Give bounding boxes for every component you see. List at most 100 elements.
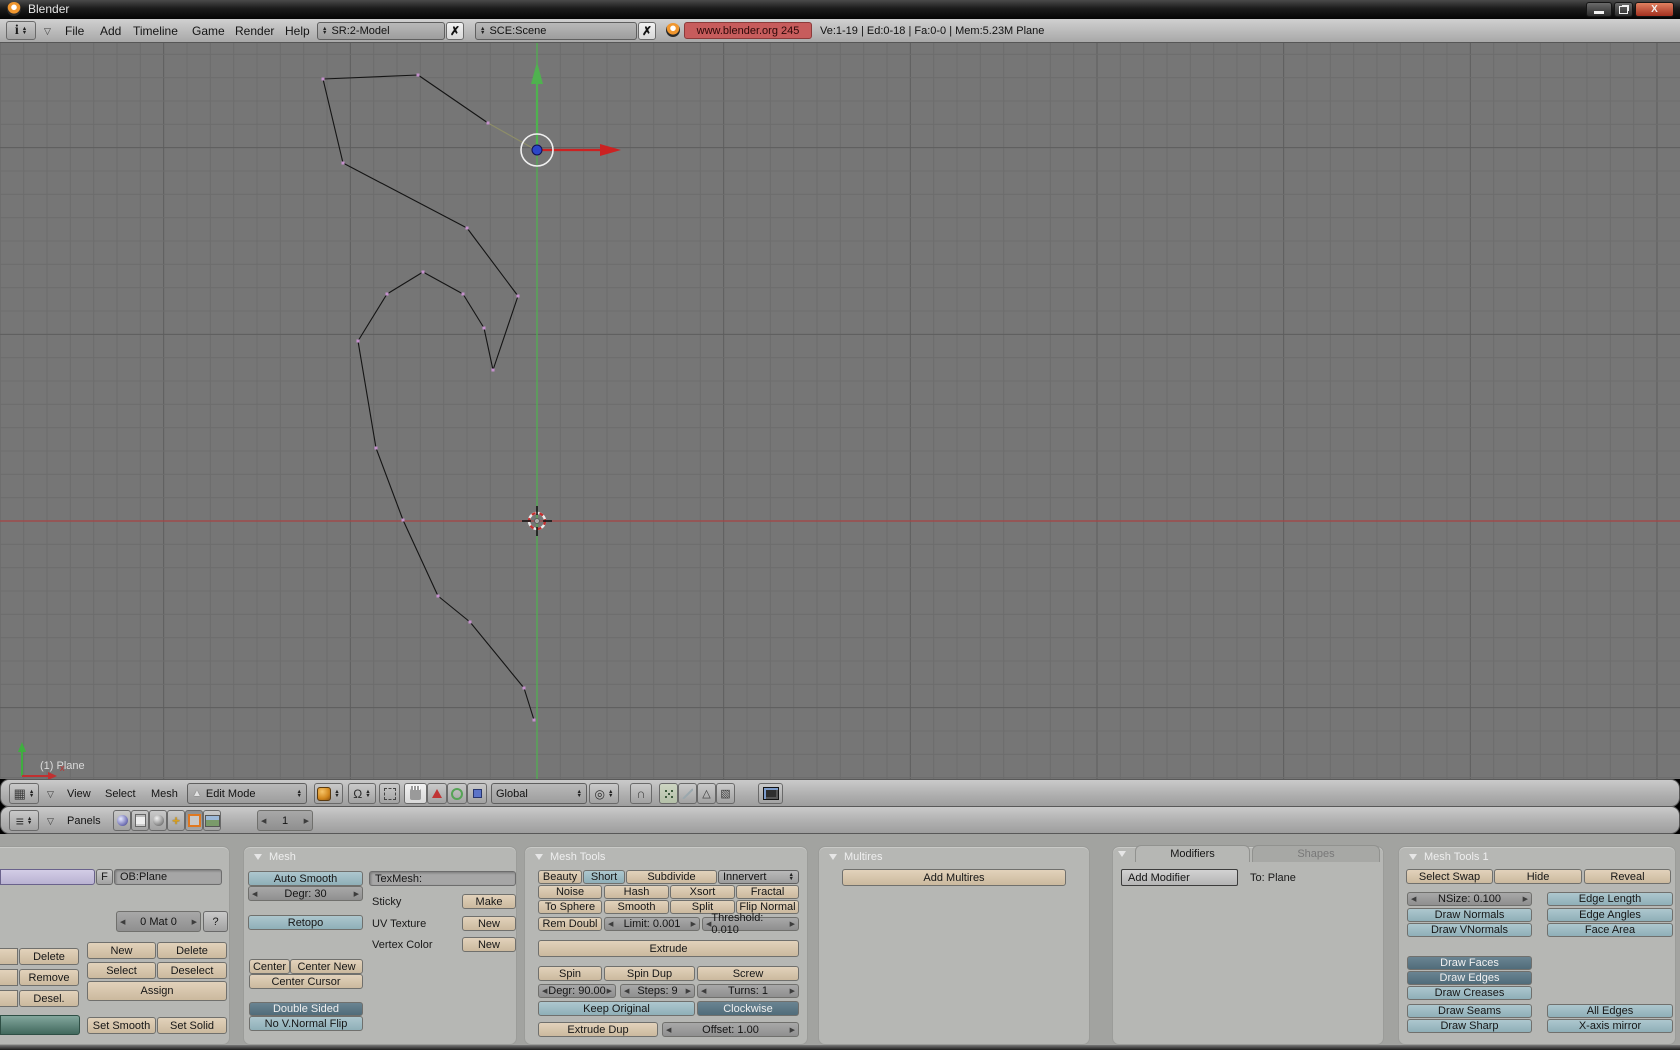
scale-manipulator-button[interactable] [467, 783, 487, 804]
degr-stepper[interactable]: Degr: 30 [248, 886, 363, 901]
menu-file[interactable]: File [65, 19, 84, 43]
snap-button[interactable] [630, 783, 652, 804]
spin-degr-stepper[interactable]: Degr: 90.00 [538, 984, 616, 998]
no-vnormal-flip-toggle[interactable]: No V.Normal Flip [249, 1016, 363, 1031]
edge-length-toggle[interactable]: Edge Length [1547, 892, 1673, 906]
menu-game[interactable]: Game [192, 19, 225, 43]
set-smooth-button[interactable]: Set Smooth [87, 1017, 156, 1034]
editing-context-button[interactable] [185, 810, 203, 831]
viewport-3d[interactable]: x (1) Plane [0, 43, 1680, 779]
rem-doubles-button[interactable]: Rem Doubl [538, 917, 602, 931]
panel-mesh-tools-header[interactable]: Mesh Tools [535, 851, 605, 863]
spin-button[interactable]: Spin [538, 966, 602, 981]
panel-mesh-header[interactable]: Mesh [254, 851, 296, 863]
manipulator-axes-button[interactable] [379, 783, 400, 804]
limit-stepper[interactable]: Limit: 0.001 [604, 917, 700, 931]
extrude-dup-button[interactable]: Extrude Dup [538, 1022, 658, 1037]
occlude-geometry-button[interactable] [716, 783, 735, 804]
to-sphere-button[interactable]: To Sphere [538, 900, 602, 914]
hide-button[interactable]: Hide [1494, 869, 1582, 884]
script-context-button[interactable] [131, 810, 149, 831]
vertex-select-mode-button[interactable] [659, 783, 678, 804]
material-help-button[interactable]: ? [203, 911, 228, 932]
keep-original-toggle[interactable]: Keep Original [538, 1001, 695, 1016]
close-button[interactable]: X [1635, 2, 1674, 17]
retopo-toggle[interactable]: Retopo [248, 915, 363, 930]
menu-timeline[interactable]: Timeline [133, 19, 178, 43]
clipped-button[interactable] [0, 969, 18, 986]
material-color-field[interactable] [0, 869, 95, 885]
menu-mesh[interactable]: Mesh [151, 782, 178, 806]
clockwise-toggle[interactable]: Clockwise [697, 1001, 799, 1016]
clipped-button[interactable] [0, 948, 18, 965]
blender-url-badge[interactable]: www.blender.org 245 [684, 22, 812, 39]
draw-edges-toggle[interactable]: Draw Edges [1407, 971, 1532, 985]
uv-texture-new-button[interactable]: New [462, 916, 516, 931]
draw-vnormals-toggle[interactable]: Draw VNormals [1407, 923, 1532, 937]
proportional-edit-button[interactable] [589, 783, 619, 804]
minimize-button[interactable] [1586, 2, 1612, 17]
short-toggle[interactable]: Short [583, 870, 625, 884]
auto-smooth-toggle[interactable]: Auto Smooth [248, 871, 363, 886]
orientation-dropdown[interactable]: Global [491, 783, 587, 804]
viewtype-button[interactable] [9, 783, 39, 804]
threshold-stepper[interactable]: Threshold: 0.010 [702, 917, 799, 931]
extrude-button[interactable]: Extrude [538, 940, 799, 957]
shading-context-button[interactable] [149, 810, 167, 831]
hash-button[interactable]: Hash [604, 885, 669, 899]
add-modifier-button[interactable]: Add Modifier [1121, 869, 1238, 886]
spin-dup-button[interactable]: Spin Dup [604, 966, 695, 981]
smooth-button[interactable]: Smooth [604, 900, 669, 914]
material-select-button[interactable]: Select [87, 962, 156, 979]
material-new-button[interactable]: New [87, 942, 156, 959]
subdivide-button[interactable]: Subdivide [626, 870, 717, 884]
face-select-mode-button[interactable] [697, 783, 716, 804]
fake-user-button[interactable]: F [96, 869, 113, 885]
active-color-swatch[interactable] [0, 1015, 80, 1035]
face-area-toggle[interactable]: Face Area [1547, 923, 1673, 937]
tab-modifiers[interactable]: Modifiers [1135, 845, 1250, 862]
center-cursor-button[interactable]: Center Cursor [249, 974, 363, 989]
turns-stepper[interactable]: Turns: 1 [697, 984, 799, 998]
menu-help[interactable]: Help [285, 19, 310, 43]
collapse-arrow-icon[interactable] [47, 816, 54, 827]
vertex-color-new-button[interactable]: New [462, 937, 516, 952]
draw-creases-toggle[interactable]: Draw Creases [1407, 986, 1532, 1000]
select-swap-button[interactable]: Select Swap [1406, 869, 1493, 884]
center-new-button[interactable]: Center New [290, 959, 363, 974]
steps-stepper[interactable]: Steps: 9 [620, 984, 695, 998]
double-sided-toggle[interactable]: Double Sided [249, 1002, 363, 1016]
menu-panels[interactable]: Panels [67, 809, 101, 833]
object-name-field[interactable]: OB:Plane [114, 869, 222, 885]
xsort-button[interactable]: Xsort [670, 885, 735, 899]
menu-view[interactable]: View [67, 782, 91, 806]
beauty-button[interactable]: Beauty [538, 870, 582, 884]
offset-stepper[interactable]: Offset: 1.00 [662, 1022, 799, 1037]
object-context-button[interactable] [167, 810, 185, 831]
tab-shapes[interactable]: Shapes [1252, 845, 1380, 862]
panel-collapse-icon[interactable] [1118, 851, 1126, 857]
panel-page-stepper[interactable]: 1 [257, 810, 313, 831]
window-type-button[interactable] [6, 21, 36, 40]
draw-normals-toggle[interactable]: Draw Normals [1407, 908, 1532, 922]
scene-close-button[interactable] [638, 22, 656, 40]
material-index-stepper[interactable]: 0 Mat 0 [116, 911, 201, 932]
mode-dropdown[interactable]: Edit Mode [187, 783, 307, 804]
scene-selector[interactable]: SCE:Scene [475, 22, 637, 40]
panel-multires-header[interactable]: Multires [829, 851, 883, 863]
all-edges-toggle[interactable]: All Edges [1547, 1004, 1673, 1018]
scene-context-button[interactable] [203, 810, 221, 831]
translate-manipulator-button[interactable] [427, 783, 447, 804]
material-deselect-button[interactable]: Deselect [157, 962, 227, 979]
screen-selector[interactable]: SR:2-Model [317, 22, 445, 40]
pivot-button[interactable] [348, 783, 376, 804]
draw-type-button[interactable] [314, 783, 343, 804]
viewport-canvas[interactable]: x [0, 43, 1680, 779]
collapse-arrow-icon[interactable] [44, 26, 51, 37]
vgroup-desel-button[interactable]: Desel. [19, 990, 79, 1007]
innervert-dropdown[interactable]: Innervert [718, 870, 799, 884]
draw-seams-toggle[interactable]: Draw Seams [1407, 1004, 1532, 1018]
screw-button[interactable]: Screw [697, 966, 799, 981]
edge-select-mode-button[interactable] [678, 783, 697, 804]
render-preview-button[interactable] [758, 783, 783, 804]
